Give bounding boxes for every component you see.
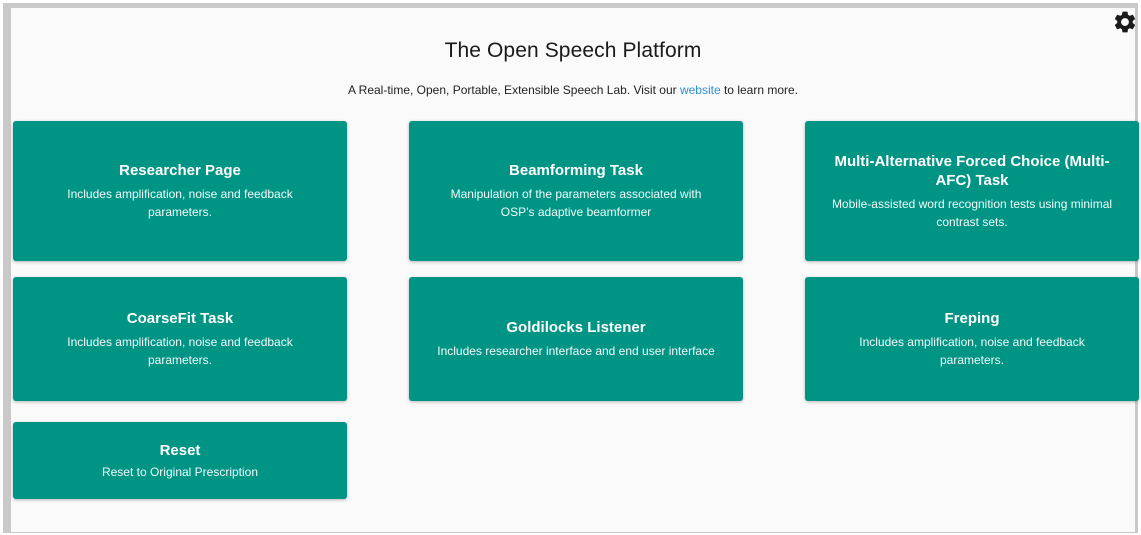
card-description: Includes researcher interface and end us… bbox=[437, 344, 715, 358]
card-title: Goldilocks Listener bbox=[506, 319, 646, 336]
card-description: Includes amplification, noise and feedba… bbox=[859, 335, 1085, 367]
card-title: Reset bbox=[159, 441, 201, 459]
website-link[interactable]: website bbox=[680, 83, 721, 97]
coarsefit-task-card[interactable]: CoarseFit Task Includes amplification, n… bbox=[13, 277, 347, 401]
card-title: CoarseFit Task bbox=[126, 310, 234, 327]
main-page: The Open Speech Platform A Real-time, Op… bbox=[11, 8, 1139, 532]
window-frame: The Open Speech Platform A Real-time, Op… bbox=[3, 3, 1139, 533]
page-subtitle: A Real-time, Open, Portable, Extensible … bbox=[11, 83, 1135, 97]
freping-card[interactable]: Freping Includes amplification, noise an… bbox=[805, 277, 1139, 401]
subtitle-text-before: A Real-time, Open, Portable, Extensible … bbox=[347, 83, 680, 97]
card-description: Mobile-assisted word recognition tests u… bbox=[831, 196, 1113, 229]
card-title: Multi-Alternative Forced Choice (Multi-A… bbox=[834, 152, 1110, 189]
page-title: The Open Speech Platform bbox=[444, 39, 702, 62]
reset-card[interactable]: Reset Reset to Original Prescription bbox=[13, 422, 347, 499]
goldilocks-listener-card[interactable]: Goldilocks Listener Includes researcher … bbox=[409, 277, 743, 401]
subtitle-text-after: to learn more. bbox=[720, 83, 799, 97]
card-title: Researcher Page bbox=[119, 162, 241, 179]
multi-afc-task-card[interactable]: Multi-Alternative Forced Choice (Multi-A… bbox=[805, 121, 1139, 261]
card-description: Includes amplification, noise and feedba… bbox=[67, 187, 293, 219]
card-description: Manipulation of the parameters associate… bbox=[450, 187, 702, 219]
researcher-page-card[interactable]: Researcher Page Includes amplification, … bbox=[13, 121, 347, 261]
card-title: Beamforming Task bbox=[509, 162, 643, 179]
gear-icon[interactable] bbox=[1112, 9, 1138, 35]
card-title: Freping bbox=[944, 310, 1000, 327]
card-description: Reset to Original Prescription bbox=[101, 464, 259, 479]
card-description: Includes amplification, noise and feedba… bbox=[67, 335, 293, 367]
beamforming-task-card[interactable]: Beamforming Task Manipulation of the par… bbox=[409, 121, 743, 261]
